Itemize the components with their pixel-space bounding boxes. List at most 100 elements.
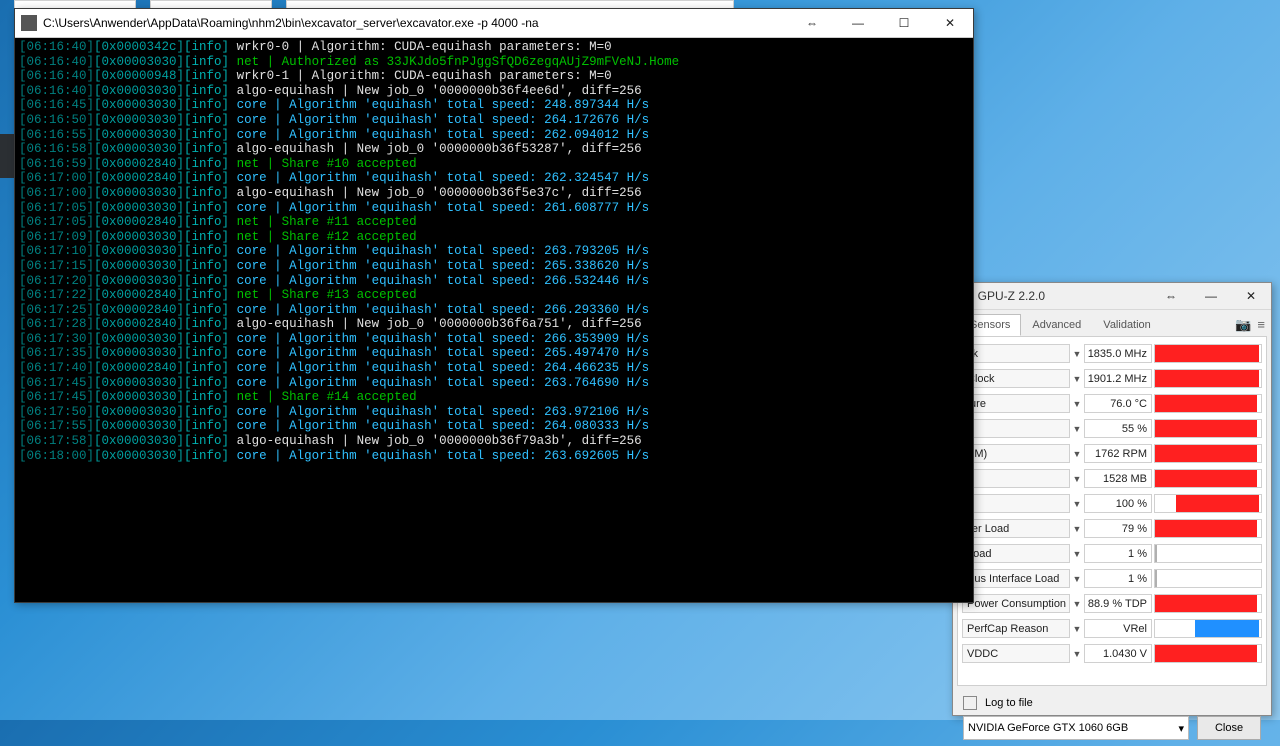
console-line: [06:17:00][0x00003030][info] algo-equiha…	[19, 186, 969, 201]
chevron-down-icon[interactable]: ▼	[1070, 349, 1084, 359]
tab-advanced[interactable]: Advanced	[1021, 314, 1092, 336]
sensor-graph	[1154, 394, 1262, 413]
sensor-value: 88.9 % TDP	[1084, 594, 1152, 613]
sensor-value: VRel	[1084, 619, 1152, 638]
chevron-down-icon[interactable]: ▼	[1070, 524, 1084, 534]
close-button[interactable]: ✕	[1231, 283, 1271, 309]
sensor-row[interactable]: ▼1528 MB	[962, 466, 1262, 491]
chevron-down-icon[interactable]: ▼	[1070, 449, 1084, 459]
sensor-name: PerfCap Reason	[962, 619, 1070, 638]
console-titlebar[interactable]: C:\Users\Anwender\AppData\Roaming\nhm2\b…	[15, 9, 973, 38]
console-line: [06:16:59][0x00002840][info] net | Share…	[19, 157, 969, 172]
device-name: NVIDIA GeForce GTX 1060 6GB	[968, 722, 1128, 734]
sensor-row[interactable]: ▼100 %	[962, 491, 1262, 516]
sensor-graph	[1154, 494, 1262, 513]
console-line: [06:16:45][0x00003030][info] core | Algo…	[19, 98, 969, 113]
console-line: [06:17:09][0x00003030][info] net | Share…	[19, 230, 969, 245]
camera-icon[interactable]: 📷	[1235, 317, 1251, 333]
sensor-graph	[1154, 644, 1262, 663]
chevron-down-icon[interactable]: ▼	[1070, 374, 1084, 384]
chevron-down-icon: ▾	[1178, 722, 1184, 735]
sensor-value: 100 %	[1084, 494, 1152, 513]
console-line: [06:17:05][0x00003030][info] core | Algo…	[19, 201, 969, 216]
console-line: [06:17:10][0x00003030][info] core | Algo…	[19, 244, 969, 259]
sensor-row[interactable]: PerfCap Reason▼VRel	[962, 616, 1262, 641]
restore-down-icon[interactable]: ⇔	[1151, 283, 1191, 309]
console-line: [06:17:58][0x00003030][info] algo-equiha…	[19, 434, 969, 449]
console-line: [06:17:45][0x00003030][info] net | Share…	[19, 390, 969, 405]
sensor-row[interactable]: ller Load▼79 %	[962, 516, 1262, 541]
console-line: [06:17:40][0x00002840][info] core | Algo…	[19, 361, 969, 376]
console-line: [06:17:45][0x00003030][info] core | Algo…	[19, 376, 969, 391]
sensor-graph	[1154, 469, 1262, 488]
console-line: [06:16:58][0x00003030][info] algo-equiha…	[19, 142, 969, 157]
sensor-name: Power Consumption	[962, 594, 1070, 613]
sensor-graph	[1154, 519, 1262, 538]
sensor-row[interactable]: ture▼76.0 °C	[962, 391, 1262, 416]
chevron-down-icon[interactable]: ▼	[1070, 574, 1084, 584]
sensor-row[interactable]: PM)▼1762 RPM	[962, 441, 1262, 466]
sensor-row[interactable]: ck▼1835.0 MHz	[962, 341, 1262, 366]
gpuz-title: Up GPU-Z 2.2.0	[953, 289, 1151, 303]
sensor-name	[962, 469, 1070, 488]
sensor-graph	[1154, 369, 1262, 388]
console-line: [06:16:40][0x00003030][info] algo-equiha…	[19, 84, 969, 99]
console-line: [06:17:00][0x00002840][info] core | Algo…	[19, 171, 969, 186]
console-line: [06:17:20][0x00003030][info] core | Algo…	[19, 274, 969, 289]
app-icon	[21, 15, 37, 31]
sensor-value: 1 %	[1084, 569, 1152, 588]
chevron-down-icon[interactable]: ▼	[1070, 549, 1084, 559]
sensor-name	[962, 419, 1070, 438]
sensor-name: Load	[962, 544, 1070, 563]
console-line: [06:17:50][0x00003030][info] core | Algo…	[19, 405, 969, 420]
minimize-button[interactable]: —	[1191, 283, 1231, 309]
sensor-value: 1762 RPM	[1084, 444, 1152, 463]
chevron-down-icon[interactable]: ▼	[1070, 599, 1084, 609]
console-line: [06:17:28][0x00002840][info] algo-equiha…	[19, 317, 969, 332]
gpuz-window[interactable]: Up GPU-Z 2.2.0 ⇔ — ✕ Sensors Advanced Va…	[952, 282, 1272, 716]
menu-icon[interactable]: ≡	[1257, 317, 1265, 333]
gpuz-titlebar[interactable]: Up GPU-Z 2.2.0 ⇔ — ✕	[953, 283, 1271, 310]
sensor-graph	[1154, 444, 1262, 463]
sensor-row[interactable]: Load▼1 %	[962, 541, 1262, 566]
sensor-row[interactable]: VDDC▼1.0430 V	[962, 641, 1262, 666]
console-line: [06:17:55][0x00003030][info] core | Algo…	[19, 419, 969, 434]
console-line: [06:16:50][0x00003030][info] core | Algo…	[19, 113, 969, 128]
maximize-button[interactable]: ☐	[881, 9, 927, 37]
log-to-file-label: Log to file	[985, 697, 1033, 709]
log-to-file-checkbox[interactable]	[963, 696, 977, 710]
chevron-down-icon[interactable]: ▼	[1070, 499, 1084, 509]
console-line: [06:17:15][0x00003030][info] core | Algo…	[19, 259, 969, 274]
console-line: [06:17:25][0x00002840][info] core | Algo…	[19, 303, 969, 318]
chevron-down-icon[interactable]: ▼	[1070, 399, 1084, 409]
sensor-name	[962, 494, 1070, 513]
sensor-row[interactable]: Power Consumption▼88.9 % TDP	[962, 591, 1262, 616]
sensor-value: 1528 MB	[1084, 469, 1152, 488]
console-window[interactable]: C:\Users\Anwender\AppData\Roaming\nhm2\b…	[14, 8, 974, 603]
restore-move-icon[interactable]: ⇔	[789, 9, 835, 37]
console-line: [06:16:40][0x00000948][info] wrkr0-1 | A…	[19, 69, 969, 84]
minimize-button[interactable]: —	[835, 9, 881, 37]
sensor-graph	[1154, 619, 1262, 638]
tab-validation[interactable]: Validation	[1092, 314, 1162, 336]
sensor-value: 79 %	[1084, 519, 1152, 538]
console-output[interactable]: [06:16:40][0x0000342c][info] wrkr0-0 | A…	[15, 38, 973, 465]
console-line: [06:17:30][0x00003030][info] core | Algo…	[19, 332, 969, 347]
chevron-down-icon[interactable]: ▼	[1070, 474, 1084, 484]
sensor-value: 1835.0 MHz	[1084, 344, 1152, 363]
sensor-value: 1 %	[1084, 544, 1152, 563]
chevron-down-icon[interactable]: ▼	[1070, 649, 1084, 659]
sensor-row[interactable]: Bus Interface Load▼1 %	[962, 566, 1262, 591]
console-line: [06:16:55][0x00003030][info] core | Algo…	[19, 128, 969, 143]
sensor-graph	[1154, 419, 1262, 438]
gpuz-tabs: Sensors Advanced Validation 📷 ≡	[953, 310, 1271, 336]
sensor-row[interactable]: ▼55 %	[962, 416, 1262, 441]
sensor-graph	[1154, 594, 1262, 613]
close-button[interactable]: ✕	[927, 9, 973, 37]
sensor-name: PM)	[962, 444, 1070, 463]
sensor-value: 1901.2 MHz	[1084, 369, 1152, 388]
chevron-down-icon[interactable]: ▼	[1070, 424, 1084, 434]
sensor-row[interactable]: Clock▼1901.2 MHz	[962, 366, 1262, 391]
chevron-down-icon[interactable]: ▼	[1070, 624, 1084, 634]
sensor-name: ck	[962, 344, 1070, 363]
